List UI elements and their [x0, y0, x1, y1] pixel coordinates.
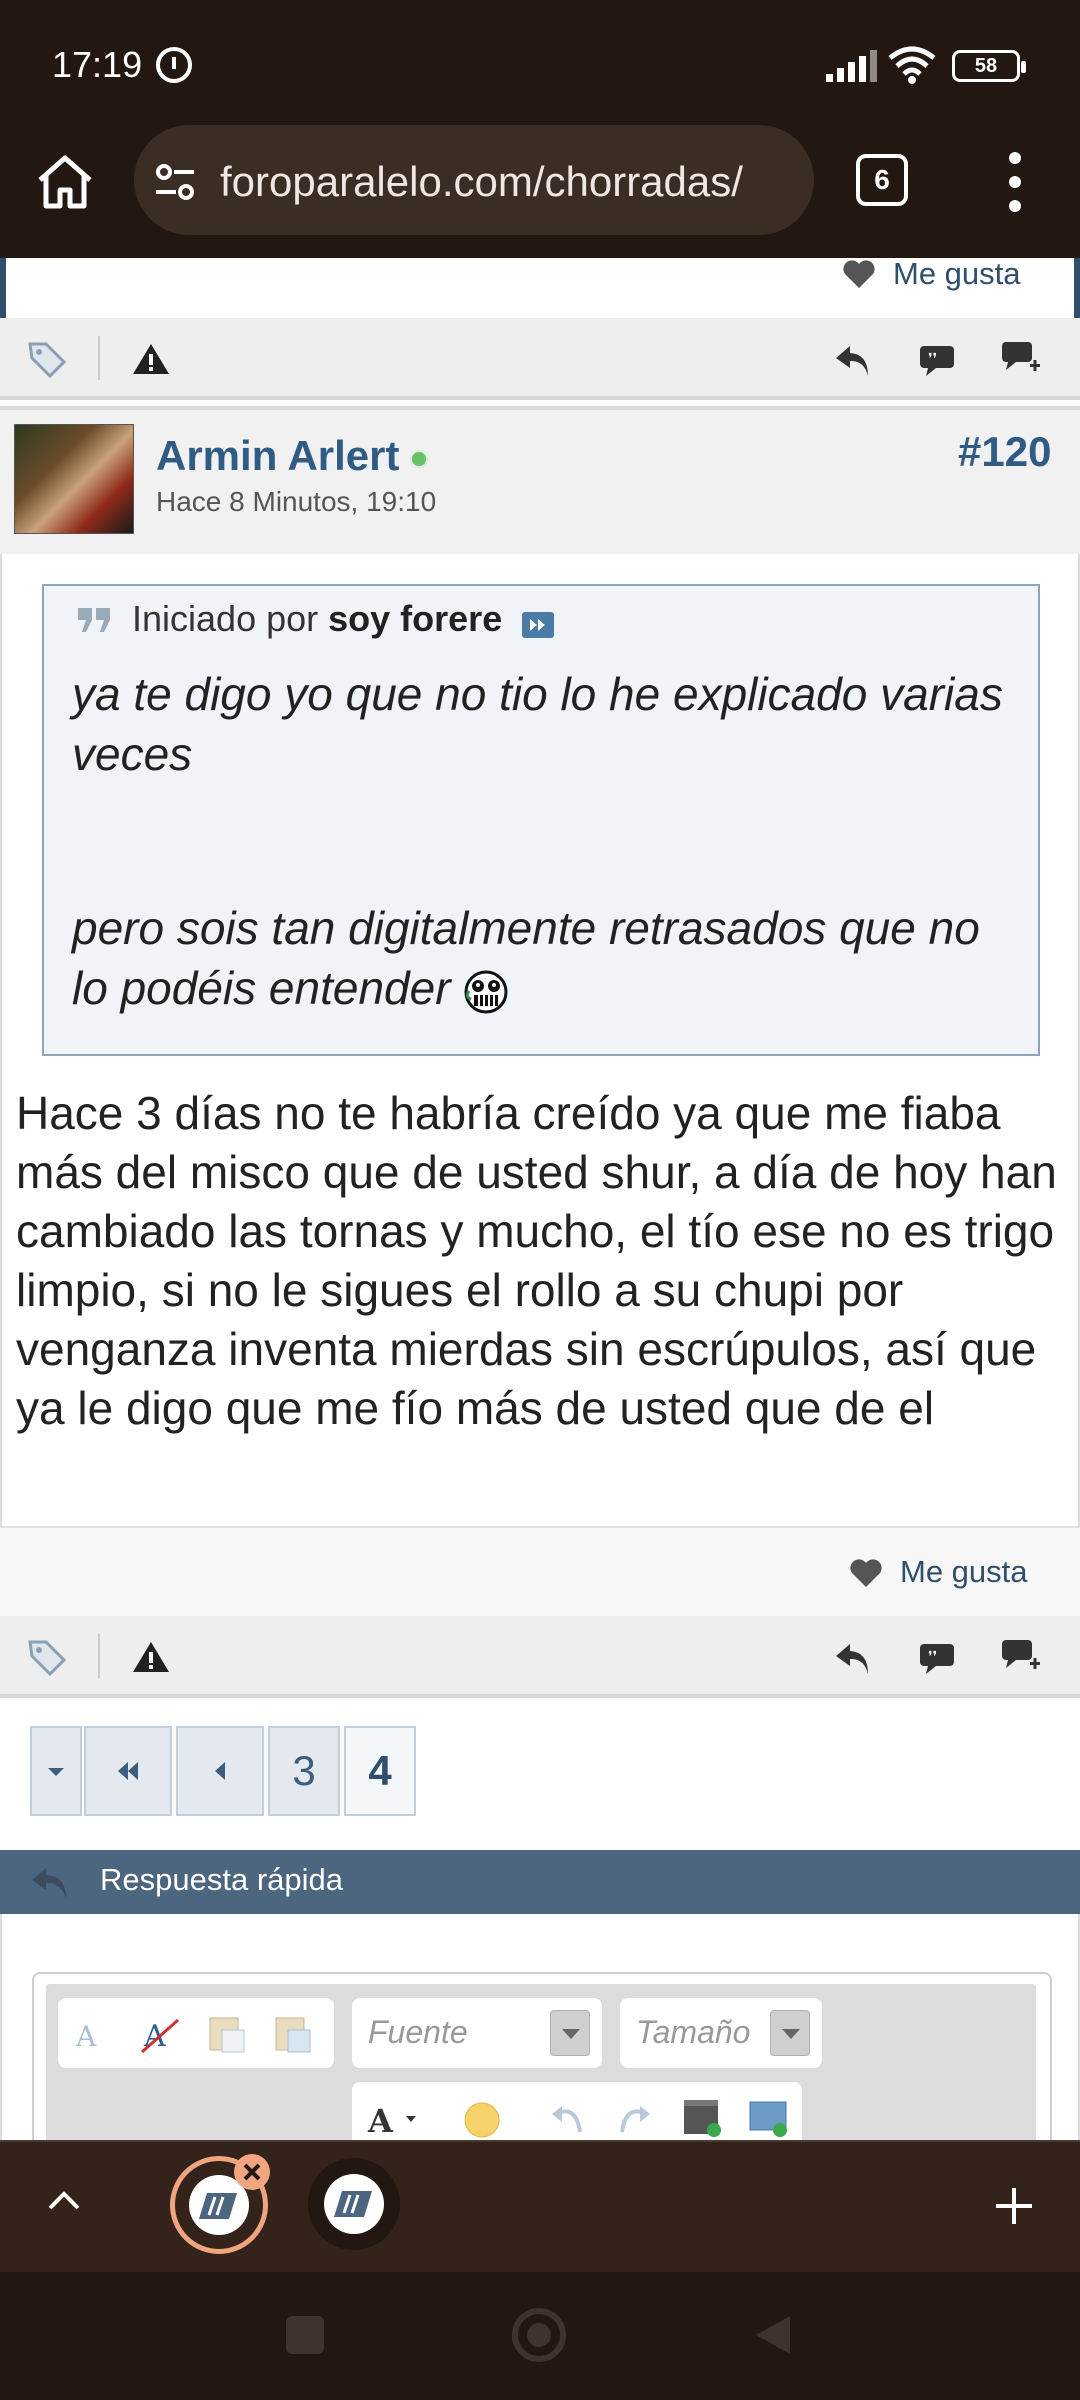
quote-prefix: Iniciado por: [132, 598, 319, 639]
wifi-icon: [888, 46, 936, 84]
like-link[interactable]: Me gusta: [900, 1554, 1028, 1590]
font-select-label: Fuente: [368, 2014, 468, 2050]
post-header: [0, 406, 1080, 554]
page-link-3[interactable]: 3: [268, 1726, 340, 1816]
post-date: Hace 8 Minutos, 19:10: [156, 486, 437, 517]
size-select[interactable]: Tamaño: [620, 1998, 822, 2068]
insert-image-icon[interactable]: [746, 2096, 790, 2140]
format-button-group: A A: [58, 1998, 334, 2068]
undo-icon[interactable]: [546, 2096, 590, 2140]
overflow-menu-icon[interactable]: [1000, 152, 1030, 212]
page-current-4[interactable]: 4: [344, 1726, 416, 1816]
recents-button[interactable]: [286, 2316, 324, 2354]
post-toolbar: ❜❜: [0, 1616, 1080, 1698]
site-settings-icon[interactable]: [154, 162, 196, 202]
url-text[interactable]: foroparalelo.com/chorradas/: [220, 158, 810, 206]
quote-icon[interactable]: ❜❜: [916, 338, 958, 380]
view-post-icon[interactable]: [522, 612, 554, 638]
quote-icon[interactable]: ❜❜: [916, 1636, 958, 1678]
svg-text:A: A: [367, 2102, 394, 2140]
page-menu-button[interactable]: [30, 1726, 82, 1816]
multi-quote-icon[interactable]: [1000, 338, 1042, 380]
username[interactable]: Armin Arlert: [156, 432, 400, 480]
quote-header: Iniciado por soy forere: [132, 598, 502, 640]
insert-video-icon[interactable]: [680, 2096, 724, 2140]
online-status-icon: [410, 450, 428, 468]
quote-text: ya te digo yo que no tio lo he explicado…: [72, 664, 1012, 1018]
chevron-down-icon: [550, 2010, 590, 2056]
like-link[interactable]: Me gusta: [893, 256, 1021, 292]
tab-item[interactable]: [308, 2158, 400, 2250]
reply-icon[interactable]: [832, 1636, 874, 1678]
tab-strip: [0, 2140, 1080, 2272]
svg-text:❜❜: ❜❜: [928, 1649, 937, 1665]
text-color-icon[interactable]: A: [366, 2096, 426, 2140]
svg-text:A: A: [75, 2020, 97, 2053]
report-icon[interactable]: [130, 338, 172, 380]
status-time: 17:19: [52, 44, 143, 85]
alarm-icon: [156, 47, 192, 83]
heart-icon: [850, 1559, 882, 1587]
home-icon[interactable]: [34, 150, 96, 212]
smiley-icon[interactable]: [460, 2096, 504, 2140]
avatar[interactable]: [14, 424, 134, 534]
redo-icon[interactable]: [612, 2096, 656, 2140]
prev-page-button[interactable]: [176, 1726, 264, 1816]
battery-icon: 58: [952, 50, 1026, 82]
home-nav-button[interactable]: [512, 2308, 566, 2362]
first-page-button[interactable]: [84, 1726, 172, 1816]
heart-icon: [843, 260, 875, 288]
size-select-label: Tamaño: [636, 2014, 751, 2050]
reply-icon[interactable]: [832, 338, 874, 380]
site-favicon-icon: [199, 2193, 237, 2219]
font-size-icon[interactable]: A: [72, 2012, 116, 2056]
quote-marks-icon: [78, 608, 110, 632]
svg-text:❜❜: ❜❜: [928, 351, 937, 367]
back-nav-button[interactable]: [752, 2312, 794, 2358]
quick-reply-title: Respuesta rápida: [100, 1862, 343, 1897]
tag-icon[interactable]: [26, 1636, 68, 1678]
new-tab-icon[interactable]: [992, 2184, 1036, 2228]
site-favicon-icon: [334, 2191, 372, 2217]
editor-toolbar: A A Fuente Tamaño A: [46, 1984, 1036, 2154]
quote-line-2: pero sois tan digitalmente retrasados qu…: [72, 902, 980, 1014]
post-toolbar: ❜❜: [0, 318, 1080, 400]
quote-author: soy forere: [328, 598, 503, 639]
chevron-up-icon[interactable]: [44, 2182, 84, 2222]
tag-icon[interactable]: [26, 338, 68, 380]
tab-switcher-button[interactable]: 6: [856, 154, 908, 206]
signal-icon: [826, 50, 877, 82]
close-tab-icon[interactable]: [234, 2154, 270, 2190]
paste-word-icon[interactable]: [204, 2012, 248, 2056]
grin-emoji-icon: [464, 970, 508, 1014]
chevron-down-icon: [770, 2010, 810, 2056]
quote-line-1: ya te digo yo que no tio lo he explicado…: [72, 668, 1003, 780]
report-icon[interactable]: [130, 1636, 172, 1678]
multi-quote-icon[interactable]: [1000, 1636, 1042, 1678]
font-select[interactable]: Fuente: [352, 1998, 602, 2068]
remove-format-icon[interactable]: A: [138, 2012, 182, 2056]
reply-arrow-icon: [32, 1868, 66, 1898]
paste-text-icon[interactable]: [270, 2012, 314, 2056]
post-message: Hace 3 días no te habría creído ya que m…: [16, 1087, 1057, 1434]
post-number[interactable]: #120: [958, 428, 1051, 476]
